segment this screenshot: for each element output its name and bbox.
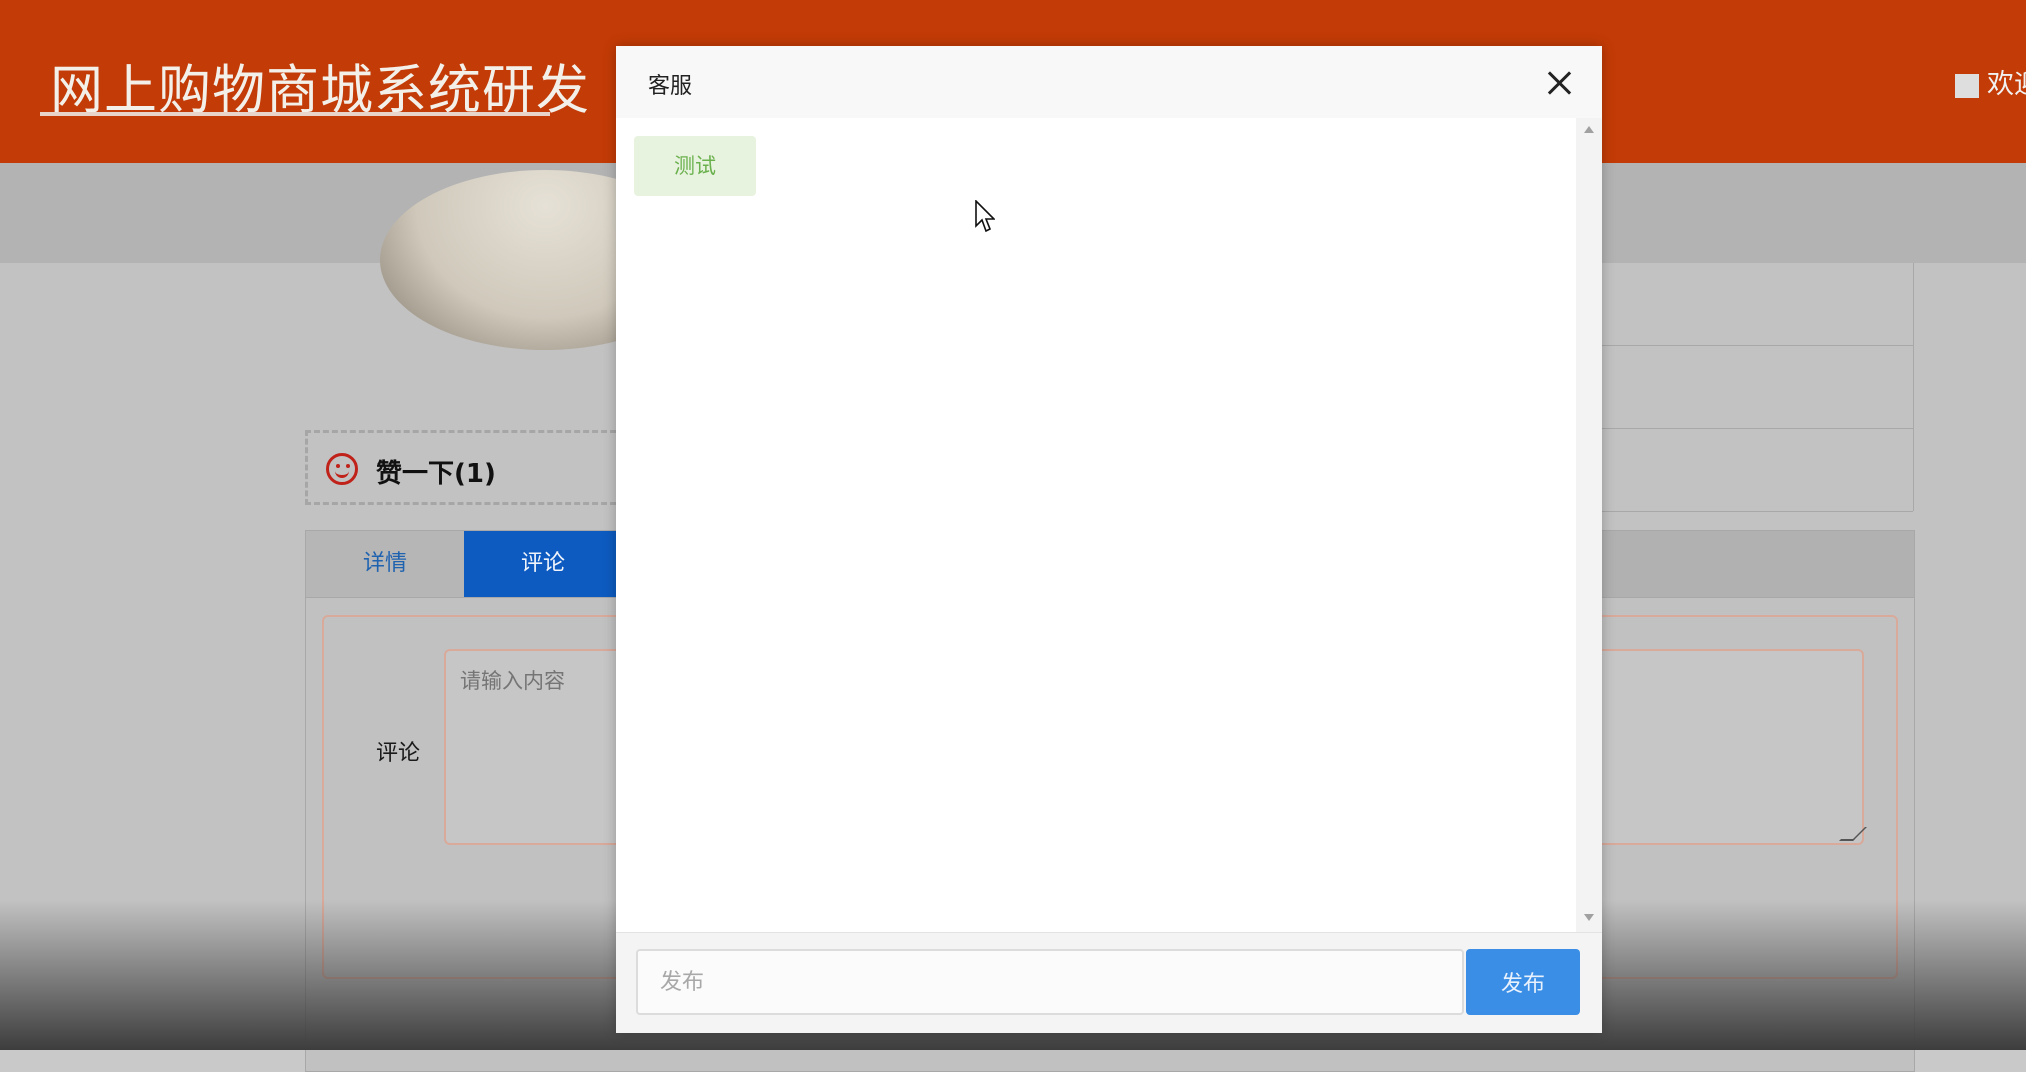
scroll-up-icon[interactable] [1584, 126, 1594, 133]
product-info-panel [1600, 263, 1914, 512]
chat-scrollbar[interactable] [1576, 118, 1602, 932]
tab-details[interactable]: 详情 [306, 531, 464, 597]
scroll-down-icon[interactable] [1584, 914, 1594, 921]
info-row [1601, 263, 1913, 346]
welcome-area: 欢迎 [1955, 62, 2026, 101]
comment-label: 评论 [376, 741, 421, 766]
close-icon[interactable] [1546, 70, 1572, 96]
customer-service-dialog: 客服 测试 发布 [616, 46, 1602, 1033]
tab-comments[interactable]: 评论 [464, 531, 622, 597]
chat-message-area[interactable]: 测试 [616, 118, 1576, 932]
dialog-footer: 发布 [616, 932, 1602, 1033]
send-button[interactable]: 发布 [1466, 949, 1580, 1015]
page: 网上购物商城系统研发 欢迎 赞一下(1) 详情 评论 评论 客服 [0, 0, 2026, 1072]
mouse-cursor-icon [975, 200, 995, 233]
title-underline [40, 112, 550, 116]
dialog-header: 客服 [616, 46, 1602, 119]
info-row [1601, 346, 1913, 429]
chat-input[interactable] [636, 949, 1464, 1015]
like-button[interactable]: 赞一下(1) [305, 430, 625, 505]
welcome-text: 欢迎 [1987, 69, 2026, 100]
like-label: 赞一下(1) [376, 459, 496, 489]
dialog-title: 客服 [648, 74, 693, 99]
info-row [1601, 429, 1913, 512]
chat-message: 测试 [634, 136, 756, 196]
smile-icon [326, 453, 358, 485]
user-checkbox-icon[interactable] [1955, 73, 1979, 98]
